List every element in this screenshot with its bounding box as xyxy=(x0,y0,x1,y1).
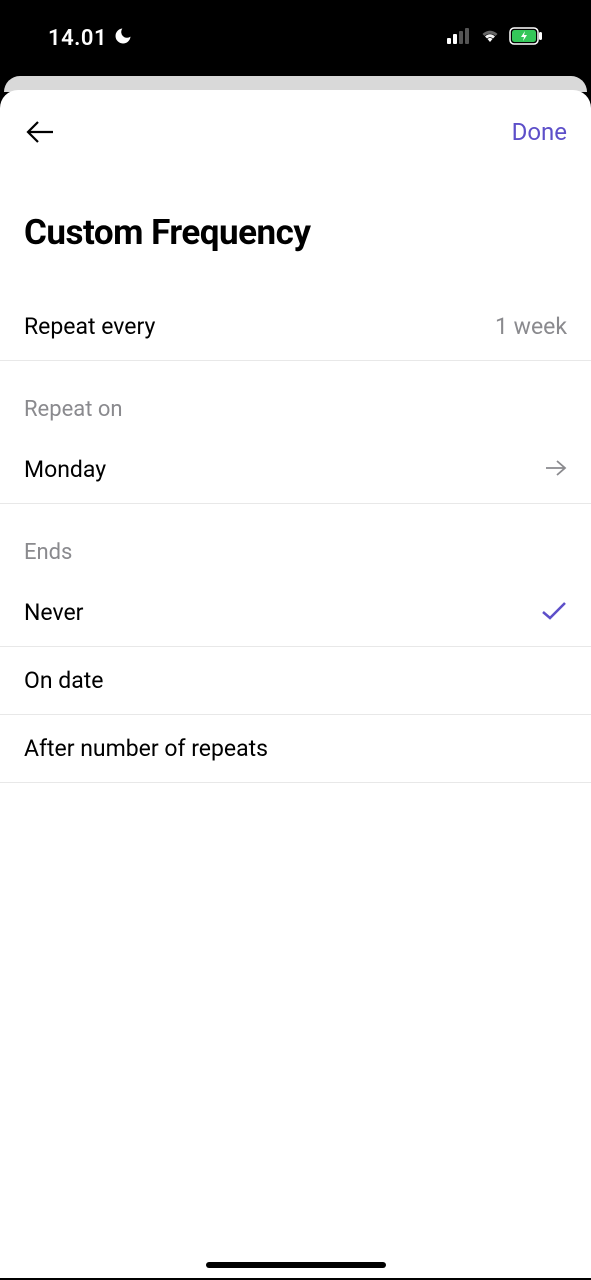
ends-option-label: Never xyxy=(24,599,83,626)
repeat-every-value: 1 week xyxy=(495,313,567,340)
moon-icon xyxy=(113,26,133,50)
repeat-on-header: Repeat on xyxy=(0,361,591,436)
repeat-every-row[interactable]: Repeat every 1 week xyxy=(0,293,591,361)
status-bar: 14.01 xyxy=(0,0,591,76)
done-button[interactable]: Done xyxy=(512,118,567,146)
page-title: Custom Frequency xyxy=(0,160,591,293)
battery-icon xyxy=(509,27,543,49)
nav-header: Done xyxy=(0,90,591,160)
cellular-icon xyxy=(447,28,471,48)
status-right xyxy=(447,27,543,49)
status-left: 14.01 xyxy=(48,26,133,51)
arrow-right-icon xyxy=(545,459,567,481)
repeat-on-row[interactable]: Monday xyxy=(0,436,591,504)
home-indicator[interactable] xyxy=(206,1262,386,1268)
ends-option-label: On date xyxy=(24,667,103,694)
arrow-left-icon xyxy=(25,119,55,145)
repeat-on-value: Monday xyxy=(24,456,106,483)
ends-option-label: After number of repeats xyxy=(24,735,268,762)
repeat-every-label: Repeat every xyxy=(24,313,155,340)
ends-header: Ends xyxy=(0,504,591,579)
modal-sheet: Done Custom Frequency Repeat every 1 wee… xyxy=(0,90,591,1278)
check-icon xyxy=(541,601,567,625)
wifi-icon xyxy=(479,28,501,48)
back-button[interactable] xyxy=(24,116,56,148)
status-time: 14.01 xyxy=(48,26,107,51)
ends-option-on-date[interactable]: On date xyxy=(0,647,591,715)
ends-option-after-repeats[interactable]: After number of repeats xyxy=(0,715,591,783)
ends-option-never[interactable]: Never xyxy=(0,579,591,647)
